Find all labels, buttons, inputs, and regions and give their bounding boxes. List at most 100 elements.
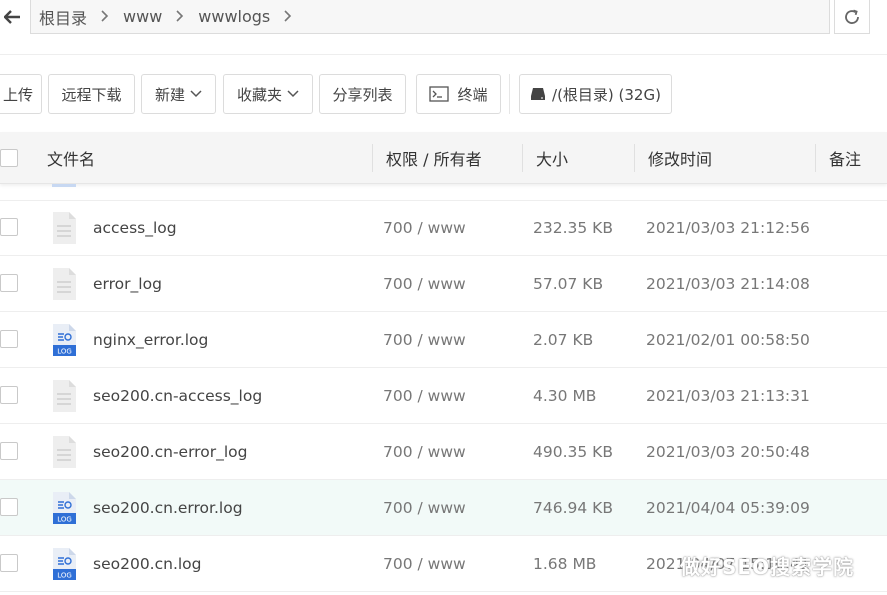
table-row[interactable]: LOG nginx_error.log 700 / www 2.07 KB 20… [0,312,887,368]
row-checkbox[interactable] [0,386,18,404]
column-divider [522,144,523,172]
column-divider [372,144,373,172]
file-permission[interactable]: 700 / www [383,480,466,536]
row-checkbox[interactable] [0,554,18,572]
log-file-icon: LOG [53,548,76,580]
address-bar: 根目录 www wwwlogs [0,0,887,37]
file-modified-time: 2021/03/03 21:12:56 [646,219,810,237]
column-header-label: 修改时间 [648,150,713,169]
column-divider [634,144,635,172]
table-row[interactable]: access_log 700 / www 232.35 KB 2021/03/0… [0,200,887,256]
file-name[interactable]: seo200.cn.log [93,536,202,592]
table-row[interactable]: seo200.cn-error_log 700 / www 490.35 KB … [0,424,887,480]
file-modified-time: 2021/02/01 00:58:50 [646,331,810,349]
new-dropdown-button[interactable]: 新建 [141,74,216,114]
table-header: 文件名 权限 / 所有者 大小 修改时间 备注 [0,132,887,184]
svg-text:LOG: LOG [57,348,72,356]
column-header-label: 文件名 [47,150,96,169]
file-permission[interactable]: 700 / www [383,424,466,480]
breadcrumb-label: 根目录 [39,8,88,28]
remote-download-button[interactable]: 远程下载 [48,74,135,114]
table-row[interactable]: error_log 700 / www 57.07 KB 2021/03/03 … [0,256,887,312]
log-file-icon: LOG [53,324,76,356]
file-permission[interactable]: 700 / www [383,256,466,312]
file-permission[interactable]: 700 / www [383,368,466,424]
file-modified-time: 2021/03/03 21:13:31 [646,387,810,405]
disk-label: /(根目录) (32G) [552,85,661,104]
favorites-label: 收藏夹 [236,85,282,104]
generic-file-icon [53,268,76,300]
table-row-partial[interactable] [0,184,887,201]
file-size: 4.30 MB [533,387,597,405]
column-header-size[interactable]: 大小 [536,132,568,184]
svg-text:LOG: LOG [57,572,72,580]
folder-icon [52,184,76,187]
upload-label: 上传 [2,85,33,104]
file-size: 490.35 KB [533,443,613,461]
file-permission[interactable]: 700 / www [383,200,466,256]
hard-drive-icon [530,86,546,102]
svg-text:LOG: LOG [57,516,72,524]
toolbar: 上传 远程下载 新建 收藏夹 分享列表 终端 /(根目录) (32G) [0,74,887,114]
file-name[interactable]: access_log [93,200,177,256]
file-size: 2.07 KB [533,331,594,349]
terminal-label: 终端 [457,85,488,104]
column-header-owner[interactable]: 权限 / 所有者 [386,132,482,184]
chevron-right-icon [176,7,184,26]
toolbar-divider [509,74,510,114]
breadcrumb: 根目录 www wwwlogs [30,0,830,34]
chevron-right-icon [101,7,109,26]
column-header-note[interactable]: 备注 [829,132,861,184]
column-divider [815,144,816,172]
row-checkbox[interactable] [0,330,18,348]
column-header-label: 备注 [829,150,862,169]
file-modified-time: 2021/04/04 05:39:09 [646,499,810,517]
new-label: 新建 [154,85,185,104]
arrow-left-icon [4,10,20,24]
file-permission[interactable]: 700 / www [383,536,466,592]
file-permission[interactable]: 700 / www [383,312,466,368]
file-size: 1.68 MB [533,555,597,573]
generic-file-icon [53,436,76,468]
divider [0,54,887,55]
row-checkbox[interactable] [0,218,18,236]
breadcrumb-item-www[interactable]: www [123,7,198,26]
disk-button[interactable]: /(根目录) (32G) [519,74,672,114]
row-checkbox[interactable] [0,498,18,516]
breadcrumb-item-root[interactable]: 根目录 [39,5,123,29]
file-modified-time: 2021/03/03 20:50:48 [646,443,810,461]
row-checkbox[interactable] [0,274,18,292]
share-list-button[interactable]: 分享列表 [319,74,406,114]
file-name[interactable]: nginx_error.log [93,312,208,368]
file-name[interactable]: seo200.cn-error_log [93,424,247,480]
file-name[interactable]: seo200.cn-access_log [93,368,262,424]
upload-button[interactable]: 上传 [0,74,42,114]
column-header-name[interactable]: 文件名 [47,132,95,184]
back-button[interactable] [0,0,24,34]
favorites-dropdown-button[interactable]: 收藏夹 [223,74,313,114]
generic-file-icon [53,380,76,412]
column-header-modified[interactable]: 修改时间 [648,132,712,184]
remote-download-label: 远程下载 [61,85,122,104]
breadcrumb-label: wwwlogs [198,7,271,26]
log-file-icon: LOG [53,492,76,524]
terminal-button[interactable]: 终端 [416,74,501,114]
file-name[interactable]: seo200.cn.error.log [93,480,243,536]
breadcrumb-item-wwwlogs[interactable]: wwwlogs [198,7,306,26]
select-all-checkbox[interactable] [0,149,18,167]
chevron-down-icon [190,90,202,98]
row-checkbox[interactable] [0,442,18,460]
column-header-label: 大小 [536,150,569,169]
file-name[interactable]: error_log [93,256,162,312]
file-size: 57.07 KB [533,275,604,293]
generic-file-icon [53,212,76,244]
share-list-label: 分享列表 [332,85,393,104]
chevron-right-icon [284,7,292,26]
chevron-down-icon [287,90,299,98]
table-row-hovered[interactable]: LOG seo200.cn.error.log 700 / www 746.94… [0,480,887,536]
table-row[interactable]: seo200.cn-access_log 700 / www 4.30 MB 2… [0,368,887,424]
refresh-button[interactable] [834,0,870,34]
column-header-label: 权限 / 所有者 [386,150,482,169]
terminal-icon [429,86,450,102]
watermark: 做好SEO搜索学院 [680,555,855,579]
